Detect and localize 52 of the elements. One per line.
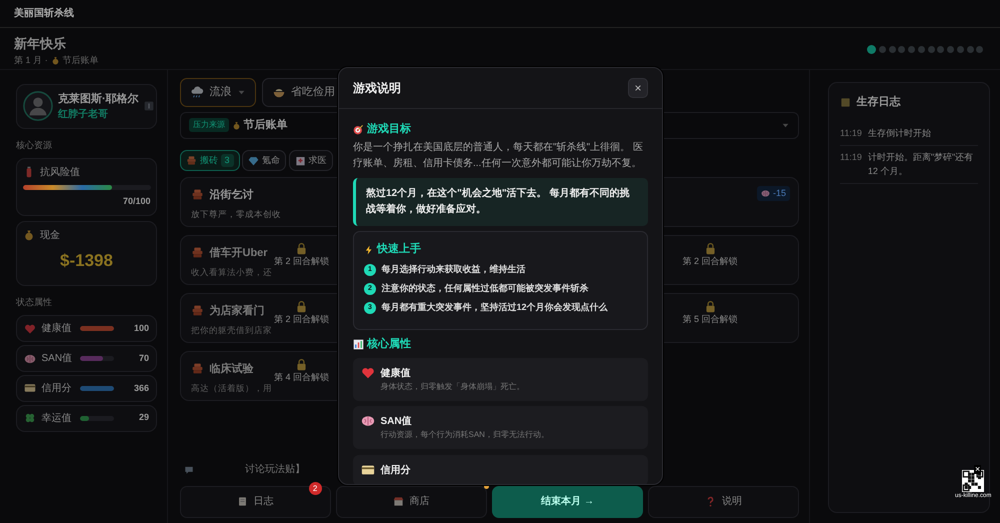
log-text: 生存倒计时开始 xyxy=(868,126,931,140)
separator: · xyxy=(44,54,48,66)
action-description: 放下尊严，零成本创收 xyxy=(191,208,281,220)
event-title: 节后账单 xyxy=(244,118,288,133)
stat-name: 幸运值 xyxy=(42,412,72,426)
log-title: 生存日志 xyxy=(856,94,900,110)
count-badge: 2 xyxy=(308,482,322,494)
section-heading: 核心资源 xyxy=(16,138,53,152)
notice-text: 讨论玩法贴】 xyxy=(245,462,305,477)
log-text: 计时开始。距离"梦碎"还有 12 个月。 xyxy=(868,151,974,178)
goal-callout: 熬过12个月，在这个"机会之地"活下去。 每月都有不同的挑战等着你，做好准备应对。 xyxy=(353,178,648,226)
player-name: 克莱图斯·耶格尔 xyxy=(58,92,139,106)
goal-text: 你是一个挣扎在美国底层的普通人，每天都在"斩杀线"上徘徊。 医疗账单、房租、信用卡债务...任何一次意外都可能让你万劫不复。 xyxy=(353,140,644,172)
action-title: 借车开Uber xyxy=(210,246,268,260)
attribute-name: SAN值 xyxy=(380,415,413,430)
app-title: 美丽国斩杀线 xyxy=(14,6,74,21)
month-label: 第 1 月 xyxy=(14,54,42,66)
attribute-name: 健康值 xyxy=(380,366,412,381)
attribute-name: 信用分 xyxy=(380,464,410,478)
attribute-description: 行动资源，每个行为消耗SAN，归零无法行动。 xyxy=(380,429,549,442)
action-title: 为店家看门 xyxy=(210,304,264,318)
cash-label: 现金 xyxy=(40,228,61,243)
attribute-description: 身体状态，归零触发「身体崩塌」死亡。 xyxy=(380,380,524,393)
risk-reading: 70/100 xyxy=(122,196,150,206)
action-description: 把你的躯壳借到店家 xyxy=(191,324,272,336)
step-text: 每月选择行动来获取收益，维持生活 xyxy=(382,263,526,276)
tag: 压力来源 xyxy=(189,118,229,132)
step-text: 每月都有重大突发事件，坚持活过12个月你会发现点什么 xyxy=(382,301,608,314)
event-label: 节后账单 xyxy=(62,54,98,66)
section-heading: 核心属性 xyxy=(366,336,411,352)
stat-name: SAN值 xyxy=(42,352,74,366)
step-text: 注意你的状态，任何属性过低都可能被突发事件斩杀 xyxy=(382,282,588,296)
action-title: 临床试验 xyxy=(210,362,254,376)
log-time: 11:19 xyxy=(840,151,862,164)
cost-badge: -15 xyxy=(757,186,790,201)
action-description: 高达（活着版），用 xyxy=(191,382,272,394)
stat-value: 100 xyxy=(132,322,149,335)
log-time: 11:19 xyxy=(840,126,862,140)
action-title: 沿街乞讨 xyxy=(210,188,254,202)
player-role: 红脖子老哥 xyxy=(58,108,109,122)
section-heading: 游戏目标 xyxy=(366,122,411,137)
cash-value: $-1398 xyxy=(60,251,113,270)
stat-name: 信用分 xyxy=(42,382,72,396)
action-description: 收入看算法小费，还 xyxy=(191,266,272,278)
stat-value: 29 xyxy=(138,411,149,424)
page-title: 新年快乐 xyxy=(14,35,67,53)
stat-value: 70 xyxy=(138,352,149,365)
section-heading: 快速上手 xyxy=(376,242,421,258)
stat-value: 366 xyxy=(132,382,149,394)
section-heading: 状态属性 xyxy=(16,296,53,309)
risk-label: 抗风险值 xyxy=(40,166,81,180)
stat-name: 健康值 xyxy=(42,322,72,336)
